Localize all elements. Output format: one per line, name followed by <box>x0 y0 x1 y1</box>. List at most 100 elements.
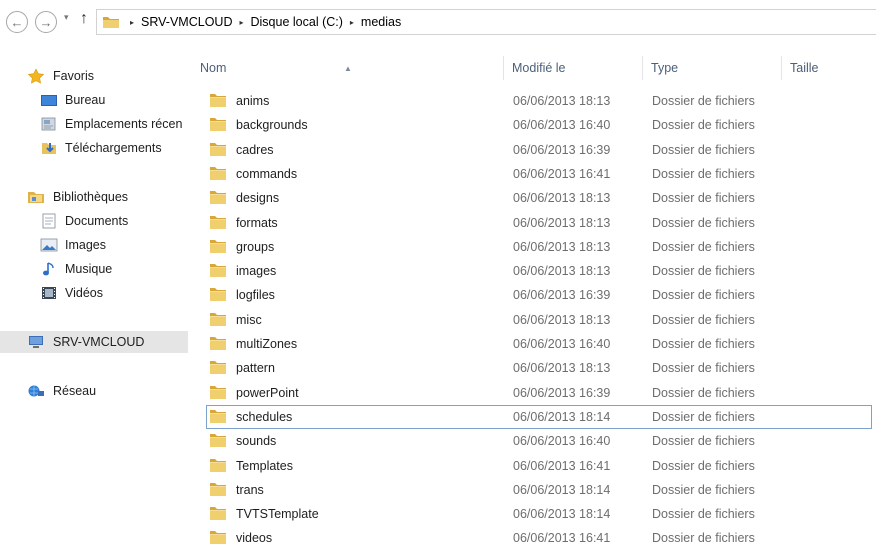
file-name: Templates <box>236 458 293 473</box>
file-row[interactable]: trans 06/06/2013 18:14 Dossier de fichiers <box>206 478 872 502</box>
file-modified-date: 06/06/2013 18:13 <box>513 215 611 230</box>
folder-icon <box>209 190 227 205</box>
file-row[interactable]: sounds 06/06/2013 16:40 Dossier de fichier… <box>206 429 872 453</box>
back-button[interactable]: ← <box>6 11 28 33</box>
forward-arrow-icon: → <box>39 14 53 30</box>
sidebar-item-label: SRV-VMCLOUD <box>53 335 145 349</box>
column-header-type[interactable]: Type <box>643 56 782 80</box>
file-row[interactable]: groups 06/06/2013 18:13 Dossier de fichier… <box>206 235 872 259</box>
file-name: groups <box>236 239 275 254</box>
up-one-level-button[interactable]: ↑ <box>80 10 88 28</box>
file-type: Dossier de fichiers <box>652 482 755 497</box>
sidebar-item-computer[interactable]: SRV-VMCLOUD <box>0 331 188 353</box>
breadcrumb-current-folder[interactable]: medias <box>361 15 401 29</box>
file-modified-date: 06/06/2013 16:40 <box>513 118 611 133</box>
folder-icon <box>209 93 227 108</box>
file-modified-date: 06/06/2013 16:40 <box>513 337 611 351</box>
file-row[interactable]: schedules 06/06/2013 18:14 Dossier de fich… <box>206 404 872 429</box>
file-modified-date: 06/06/2013 18:13 <box>513 312 611 327</box>
file-row[interactable]: images 06/06/2013 18:13 Dossier de fichier… <box>206 259 872 283</box>
sidebar-item-label: Documents <box>65 214 129 228</box>
file-modified-date: 06/06/2013 16:41 <box>513 458 611 473</box>
sidebar-item-network[interactable]: Réseau <box>0 380 192 402</box>
breadcrumb-separator[interactable]: ▸ <box>130 18 134 27</box>
file-modified-date: 06/06/2013 16:39 <box>513 288 611 303</box>
file-row[interactable]: anims 06/06/2013 18:13 Dossier de fichiers <box>206 89 872 113</box>
star-icon <box>27 68 45 84</box>
folder-icon <box>209 117 227 132</box>
forward-button[interactable]: → <box>35 11 57 33</box>
folder-icon <box>209 433 227 448</box>
column-header-label: Type <box>651 61 679 75</box>
sidebar-item-videos[interactable]: Vidéos <box>0 282 192 304</box>
file-row[interactable]: designs 06/06/2013 18:13 Dossier de fichie… <box>206 186 872 210</box>
column-header-name[interactable]: Nom ▲ <box>192 56 504 80</box>
sidebar-item-label: Favoris <box>53 69 94 83</box>
file-row[interactable]: backgrounds 06/06/2013 16:40 Dossier de fi… <box>206 113 872 137</box>
file-name: logfiles <box>236 288 275 303</box>
file-row[interactable]: TVTSTemplate 06/06/2013 18:14 Dossier de f… <box>206 502 872 526</box>
file-name: designs <box>236 191 280 206</box>
recent-locations-dropdown[interactable]: ▾ <box>64 12 69 23</box>
address-bar-area: ← → ▾ ↑ ▸ SRV-VMCLOUD ▸ Disque local (C:… <box>0 0 876 44</box>
sidebar-item-label: Téléchargements <box>65 141 162 155</box>
folder-icon <box>209 506 227 521</box>
file-row[interactable]: Templates 06/06/2013 16:41 Dossier de fich… <box>206 454 872 478</box>
sidebar-item-recent-places[interactable]: Emplacements récen <box>0 113 192 135</box>
file-type: Dossier de fichiers <box>652 434 755 449</box>
breadcrumb-separator[interactable]: ▸ <box>239 18 243 27</box>
folder-icon <box>209 312 227 327</box>
folder-icon <box>209 239 227 254</box>
sidebar-item-libraries[interactable]: Bibliothèques <box>0 186 192 208</box>
file-row[interactable]: pattern 06/06/2013 18:13 Dossier de fichie… <box>206 356 872 380</box>
file-modified-date: 06/06/2013 16:41 <box>513 166 611 181</box>
column-header-size[interactable]: Taille <box>782 56 862 80</box>
file-row[interactable]: cadres 06/06/2013 16:39 Dossier de fichier… <box>206 138 872 162</box>
sort-ascending-icon: ▲ <box>344 64 352 73</box>
file-type: Dossier de fichiers <box>652 385 755 400</box>
column-header-label: Taille <box>790 61 819 75</box>
file-type: Dossier de fichiers <box>652 507 755 522</box>
file-type: Dossier de fichiers <box>652 409 755 424</box>
sidebar-item-downloads[interactable]: Téléchargements <box>0 137 192 159</box>
sidebar-item-label: Emplacements récen <box>65 117 183 131</box>
file-name: trans <box>236 482 264 497</box>
file-row[interactable]: videos 06/06/2013 16:41 Dossier de fichier… <box>206 526 872 550</box>
file-row[interactable]: commands 06/06/2013 16:41 Dossier de fichi… <box>206 162 872 186</box>
file-row[interactable]: misc 06/06/2013 18:13 Dossier de fichiers <box>206 308 872 332</box>
folder-icon <box>209 166 227 181</box>
sidebar-item-images[interactable]: Images <box>0 234 192 256</box>
file-type: Dossier de fichiers <box>652 361 755 376</box>
file-row[interactable]: formats 06/06/2013 18:13 Dossier de fichie… <box>206 211 872 235</box>
folder-icon <box>209 409 227 424</box>
recent-places-icon <box>40 116 58 132</box>
sidebar-item-musique[interactable]: Musique <box>0 258 192 280</box>
breadcrumb-server[interactable]: SRV-VMCLOUD <box>141 15 232 29</box>
address-box[interactable]: ▸ SRV-VMCLOUD ▸ Disque local (C:) ▸ medi… <box>96 9 876 35</box>
file-name: formats <box>236 215 278 230</box>
file-name: videos <box>236 531 273 546</box>
file-modified-date: 06/06/2013 18:14 <box>513 409 611 424</box>
file-row[interactable]: logfiles 06/06/2013 16:39 Dossier de fichi… <box>206 283 872 307</box>
folder-icon <box>209 263 227 278</box>
breadcrumb-drive[interactable]: Disque local (C:) <box>251 15 343 29</box>
file-row[interactable]: multiZones 06/06/2013 16:40 Dossier de fic… <box>206 332 872 356</box>
file-type: Dossier de fichiers <box>652 531 755 546</box>
breadcrumb-separator[interactable]: ▸ <box>350 18 354 27</box>
file-modified-date: 06/06/2013 18:13 <box>513 264 611 279</box>
sidebar-item-label: Images <box>65 238 106 252</box>
file-name: powerPoint <box>236 385 299 400</box>
sidebar-item-favoris[interactable]: Favoris <box>0 65 192 87</box>
sidebar-item-label: Musique <box>65 262 113 276</box>
sidebar-item-bureau[interactable]: Bureau <box>0 89 192 111</box>
documents-icon <box>40 213 58 229</box>
sidebar-item-label: Bureau <box>65 93 106 107</box>
file-name: sounds <box>236 434 277 449</box>
column-header-modified[interactable]: Modifié le <box>504 56 643 80</box>
file-type: Dossier de fichiers <box>652 312 755 327</box>
sidebar-item-documents[interactable]: Documents <box>0 210 192 232</box>
file-name: cadres <box>236 142 274 157</box>
file-type: Dossier de fichiers <box>652 94 755 108</box>
file-row[interactable]: powerPoint 06/06/2013 16:39 Dossier de fic… <box>206 381 872 405</box>
file-type: Dossier de fichiers <box>652 166 755 181</box>
